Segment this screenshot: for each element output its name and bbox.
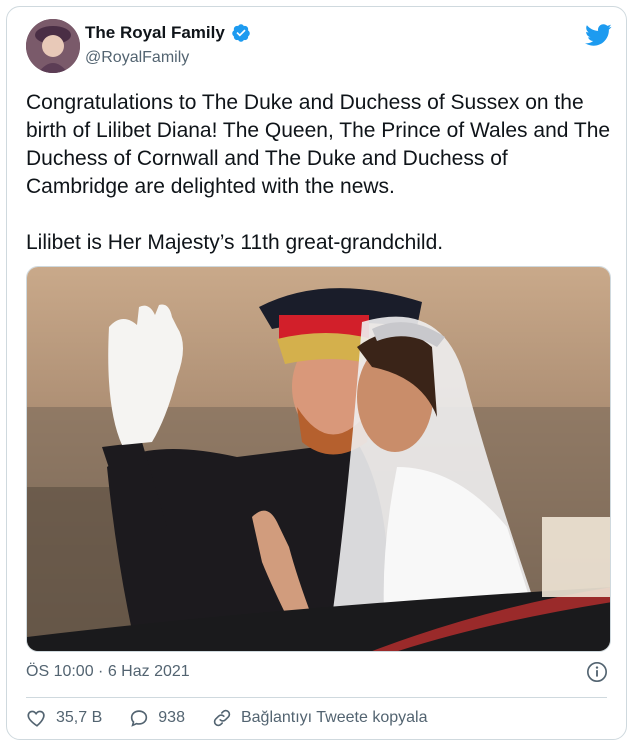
tweet-card: The Royal Family @RoyalFamily Congratula…: [6, 6, 627, 740]
copy-link-label: Bağlantıyı Tweete kopyala: [240, 709, 428, 726]
verified-badge-icon: [231, 23, 251, 43]
copy-link-button[interactable]: Bağlantıyı Tweete kopyala: [211, 707, 428, 729]
author-name[interactable]: The Royal Family: [85, 23, 251, 43]
reply-button[interactable]: 938: [128, 707, 185, 729]
link-icon: [213, 709, 231, 727]
action-bar: 35,7 B 938 Bağlantıyı Tweete kopyala: [26, 707, 453, 729]
twitter-bird-icon[interactable]: [584, 21, 612, 49]
heart-icon: [27, 710, 45, 727]
like-count: 35,7 B: [56, 709, 103, 726]
tweet-photo[interactable]: [26, 266, 611, 652]
like-button[interactable]: 35,7 B: [26, 707, 102, 729]
author-handle[interactable]: @RoyalFamily: [85, 49, 189, 67]
reply-count: 938: [158, 709, 185, 726]
divider: [26, 697, 607, 698]
author-name-text[interactable]: The Royal Family: [85, 23, 225, 43]
tweet-text: Congratulations to The Duke and Duchess …: [26, 91, 611, 254]
tweet-timestamp[interactable]: ÖS 10:00 · 6 Haz 2021: [26, 663, 190, 681]
info-icon[interactable]: [586, 661, 608, 683]
avatar[interactable]: [26, 19, 80, 73]
speech-bubble-icon: [131, 710, 148, 727]
